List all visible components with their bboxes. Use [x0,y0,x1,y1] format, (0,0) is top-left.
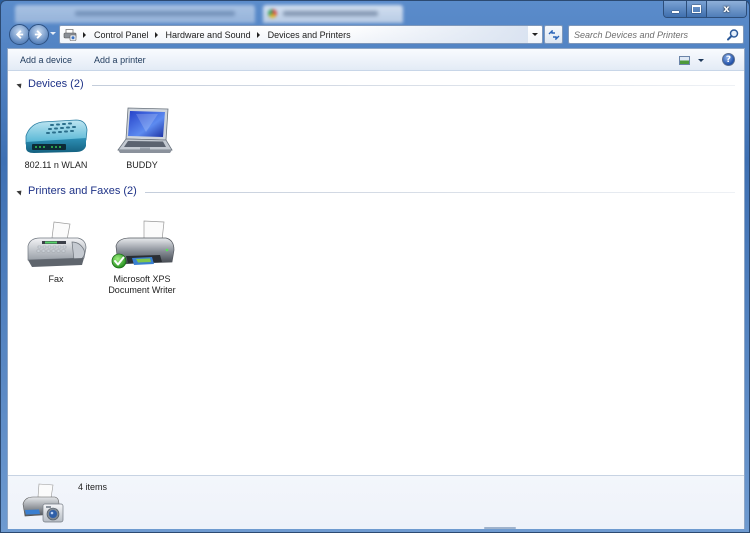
address-history-dropdown[interactable] [528,26,542,43]
search-icon[interactable] [726,28,740,42]
command-bar: Add a device Add a printer ? [8,49,744,71]
group-title: Printers and Faxes (2) [28,185,137,197]
breadcrumb-item-control-panel[interactable]: Control Panel [94,30,149,40]
refresh-button[interactable] [544,25,563,44]
caption-buttons: x [663,1,747,18]
title-bar[interactable]: x [1,1,750,23]
device-label: 802.11 n WLAN [24,160,88,170]
device-label: BUDDY [126,160,158,170]
maximize-button[interactable] [686,1,706,17]
printer-label: Microsoft XPS Document Writer [108,274,176,295]
details-pane: 4 items [8,475,744,529]
resize-grip[interactable] [484,527,516,529]
devices-and-printers-icon [22,483,64,523]
breadcrumb-separator-icon[interactable] [154,31,158,38]
collapse-group-icon[interactable] [16,80,24,89]
content-frame: Add a device Add a printer ? Devices (2) [7,48,745,529]
search-input[interactable] [569,29,726,40]
device-item[interactable]: 802.11 n WLAN [18,106,94,171]
wireless-adapter-icon [25,119,88,153]
back-arrow-icon [15,30,24,39]
forward-button[interactable] [28,24,49,45]
add-device-button[interactable]: Add a device [14,49,78,70]
view-icon [679,55,690,65]
breadcrumb-item-devices-and-printers[interactable]: Devices and Printers [268,30,351,40]
collapse-group-icon[interactable] [16,187,24,196]
breadcrumb-separator-icon[interactable] [256,31,260,38]
breadcrumb: Control Panel Hardware and Sound Devices… [77,30,351,40]
minimize-button[interactable] [664,1,686,17]
change-view-button[interactable] [679,53,704,67]
recent-pages-dropdown[interactable] [50,32,56,35]
device-item[interactable]: BUDDY [104,106,180,171]
background-window-tab [263,5,403,23]
group-title: Devices (2) [28,78,84,90]
help-icon: ? [725,54,732,65]
add-printer-button[interactable]: Add a printer [88,49,152,70]
printer-icon [111,220,175,269]
laptop-icon [117,107,173,153]
forward-arrow-icon [34,30,43,39]
devices-and-printers-window: x Control Panel Hardware and Sound Devic… [0,0,750,533]
help-button[interactable]: ? [722,53,735,66]
breadcrumb-separator-icon[interactable] [83,31,86,38]
printer-item[interactable]: Microsoft XPS Document Writer [104,220,180,296]
group-header-devices[interactable]: Devices (2) [16,78,735,90]
items-view: Devices (2) 802.11 n WLAN BUDDY Printers… [8,72,744,475]
back-button[interactable] [9,24,30,45]
group-header-printers-and-faxes[interactable]: Printers and Faxes (2) [16,185,735,197]
close-icon: x [723,3,730,15]
address-bar[interactable]: Control Panel Hardware and Sound Devices… [59,25,543,44]
view-options-dropdown[interactable] [698,58,704,62]
fax-icon [27,221,87,267]
breadcrumb-item-hardware-and-sound[interactable]: Hardware and Sound [166,30,251,40]
item-count: 4 items [78,482,108,492]
refresh-icon [548,29,559,40]
devices-printers-icon [63,28,77,41]
close-button[interactable]: x [706,1,746,17]
printer-label: Fax [48,274,64,284]
navigation-bar: Control Panel Hardware and Sound Devices… [1,23,750,47]
search-box [568,25,744,44]
printer-item[interactable]: Fax [18,220,94,285]
background-window-tab [15,5,255,23]
